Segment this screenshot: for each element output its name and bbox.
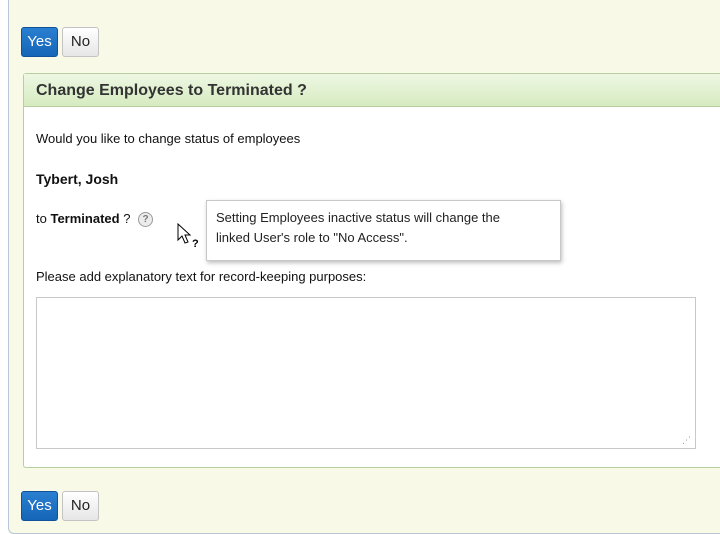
svg-text:?: ? <box>192 238 199 249</box>
explanation-label: Please add explanatory text for record-k… <box>36 269 367 284</box>
mouse-pointer-icon: ? <box>177 223 199 249</box>
bottom-button-row: Yes No <box>21 491 99 521</box>
yes-button-bottom[interactable]: Yes <box>21 491 58 521</box>
intro-text: Would you like to change status of emplo… <box>36 131 301 146</box>
dialog-container: Yes No Change Employees to Terminated ? … <box>8 0 720 534</box>
yes-button-top[interactable]: Yes <box>21 27 58 57</box>
no-button-top[interactable]: No <box>62 27 99 57</box>
question-mark: ? <box>123 211 131 226</box>
status-line: to Terminated ? ? <box>36 211 154 228</box>
tooltip-line-2: linked User's role to "No Access". <box>216 230 408 245</box>
help-icon[interactable]: ? <box>138 212 154 228</box>
tooltip-line-1: Setting Employees inactive status will c… <box>216 210 500 225</box>
resize-grip-icon[interactable]: ⋰ <box>682 435 692 445</box>
top-button-row: Yes No <box>21 27 99 57</box>
target-status: Terminated <box>50 211 120 226</box>
help-tooltip: Setting Employees inactive status will c… <box>206 200 561 261</box>
employee-name: Tybert, Josh <box>36 171 119 187</box>
confirmation-panel: Change Employees to Terminated ? Would y… <box>23 73 720 468</box>
no-button-bottom[interactable]: No <box>62 491 99 521</box>
panel-title: Change Employees to Terminated ? <box>24 74 720 107</box>
to-prefix: to <box>36 211 47 226</box>
explanation-textarea[interactable] <box>36 297 696 449</box>
